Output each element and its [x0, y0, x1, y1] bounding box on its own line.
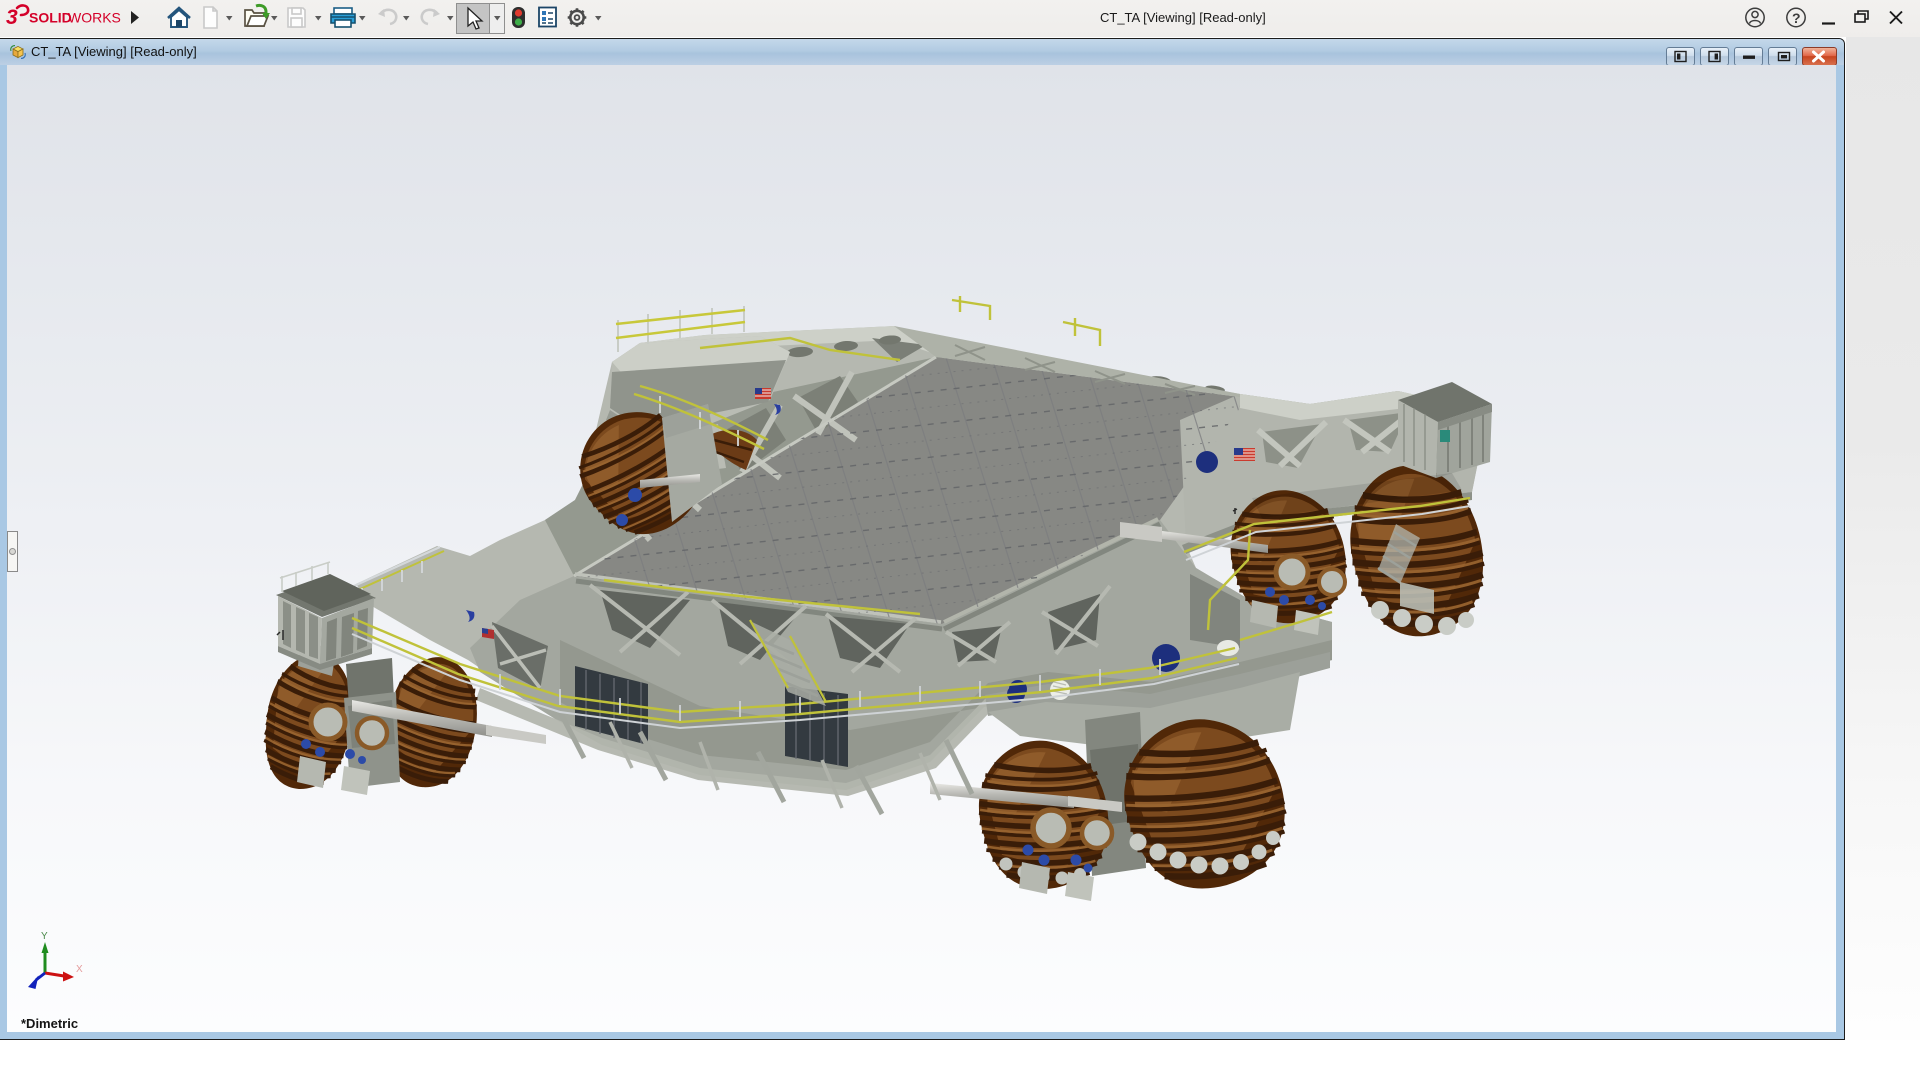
svg-text:X: X [76, 964, 83, 975]
svg-text:Y: Y [41, 931, 48, 942]
